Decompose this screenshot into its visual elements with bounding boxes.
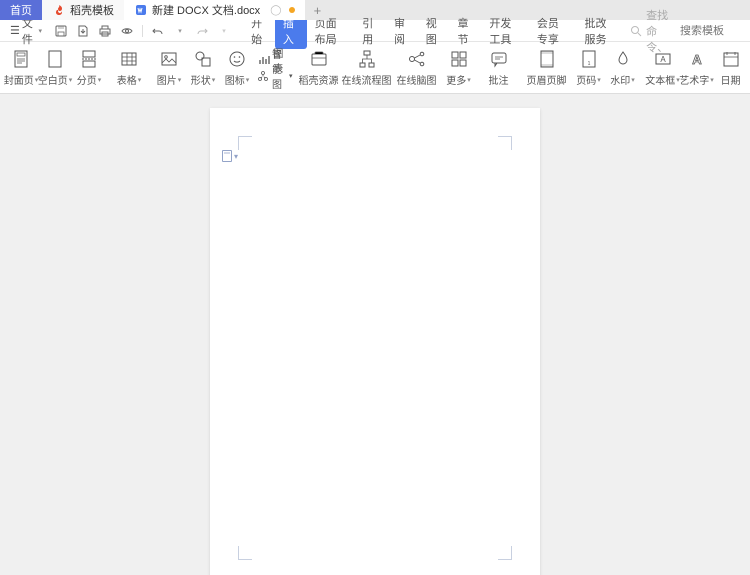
flowchart-icon (356, 48, 378, 70)
table-icon (118, 48, 140, 70)
tab-document[interactable]: 新建 DOCX 文档.docx ◯ (124, 0, 305, 20)
page-break-button[interactable]: 分页▾ (72, 44, 106, 92)
shape-label: 形状 (191, 72, 211, 87)
cover-page-button[interactable]: 封面页▾ (4, 44, 38, 92)
export-icon[interactable] (74, 22, 92, 40)
search-icon (630, 25, 642, 37)
smartart-button[interactable]: 智能图形▾ (254, 68, 296, 84)
word-icon (134, 3, 148, 17)
tab-template[interactable]: 稻壳模板 (42, 0, 124, 20)
comment-icon2 (488, 48, 510, 70)
redo-icon[interactable] (193, 22, 211, 40)
table-button[interactable]: 表格▾ (112, 44, 146, 92)
page-break-icon (78, 48, 100, 70)
shape-button[interactable]: 形状▾ (186, 44, 220, 92)
tab-new[interactable]: + (305, 0, 329, 20)
redo-dropdown[interactable]: ▾ (215, 22, 233, 40)
document-area: ▾ (0, 94, 750, 575)
date-button[interactable]: 日期 (714, 44, 748, 92)
undo-dropdown[interactable]: ▾ (171, 22, 189, 40)
more-button[interactable]: 更多▾ (442, 44, 476, 92)
textbox-label: 文本框 (645, 72, 675, 87)
comment-button[interactable]: 批注 (482, 44, 516, 92)
icons-icon (226, 48, 248, 70)
header-footer-label: 页眉页脚 (527, 72, 567, 87)
comment-icon: ◯ (270, 5, 281, 16)
ribbon: 封面页▾ 空白页▾ 分页▾ 表格▾ 图片▾ 形状▾ 图标▾ 图表 智能图形▾ 稻… (0, 42, 750, 94)
wordart-button[interactable]: A艺术字▾ (680, 44, 714, 92)
page-number-label: 页码 (576, 72, 596, 87)
cover-page-icon (10, 48, 32, 70)
unsaved-indicator (289, 7, 295, 13)
more-icon (448, 48, 470, 70)
margin-corner-tr (498, 136, 512, 150)
icons-label: 图标 (225, 72, 245, 87)
shape-icon (192, 48, 214, 70)
hamburger-icon: ☰ (10, 24, 20, 37)
tab-template-label: 稻壳模板 (70, 2, 114, 18)
textbox-icon: A (652, 48, 674, 70)
table-label: 表格 (117, 72, 137, 87)
quick-access: ▾ ▾ (48, 22, 237, 40)
mindmap-label: 在线脑图 (397, 72, 437, 87)
watermark-button[interactable]: 水印▾ (606, 44, 640, 92)
wordart-icon: A (686, 48, 708, 70)
margin-corner-tl (238, 136, 252, 150)
header-footer-button[interactable]: 页眉页脚 (522, 44, 572, 92)
cover-page-label: 封面页 (4, 72, 34, 87)
svg-text:A: A (660, 55, 666, 64)
smartart-icon (257, 69, 269, 83)
tab-document-label: 新建 DOCX 文档.docx (152, 2, 260, 18)
mindmap-icon (406, 48, 428, 70)
comment-label: 批注 (489, 72, 509, 87)
preview-icon[interactable] (118, 22, 136, 40)
icons-button[interactable]: 图标▾ (220, 44, 254, 92)
svg-text:1: 1 (587, 61, 590, 67)
date-icon (720, 48, 742, 70)
date-label: 日期 (721, 72, 741, 87)
margin-corner-br (498, 546, 512, 560)
header-footer-icon (536, 48, 558, 70)
chevron-down-icon: ▾ (39, 27, 43, 35)
fire-icon (52, 3, 66, 17)
flowchart-label: 在线流程图 (342, 72, 392, 87)
page-number-icon: 1 (578, 48, 600, 70)
blank-page-label: 空白页 (38, 72, 68, 87)
more-label: 更多 (446, 72, 466, 87)
tab-home-label: 首页 (10, 2, 32, 18)
margin-corner-bl (238, 546, 252, 560)
picture-label: 图片 (157, 72, 177, 87)
watermark-label: 水印 (610, 72, 630, 87)
undo-icon[interactable] (149, 22, 167, 40)
bookmark-marker[interactable]: ▾ (222, 150, 238, 162)
svg-text:A: A (692, 52, 702, 67)
chart-icon (257, 53, 270, 67)
blank-page-icon (44, 48, 66, 70)
mindmap-button[interactable]: 在线脑图 (392, 44, 442, 92)
flowchart-button[interactable]: 在线流程图 (342, 44, 392, 92)
resource-label: 稻壳资源 (299, 72, 339, 87)
picture-icon (158, 48, 180, 70)
menu-bar: ☰ 文件 ▾ ▾ ▾ 开始 插入 页面布局 引用 审阅 视图 章节 开发工具 会… (0, 20, 750, 42)
blank-page-button[interactable]: 空白页▾ (38, 44, 72, 92)
print-icon[interactable] (96, 22, 114, 40)
resource-icon (308, 48, 330, 70)
picture-button[interactable]: 图片▾ (152, 44, 186, 92)
smartart-label: 智能图形 (272, 46, 284, 95)
bookmark-icon (222, 150, 232, 162)
resource-button[interactable]: 稻壳资源 (302, 44, 336, 92)
chevron-down-icon: ▾ (234, 152, 238, 161)
textbox-button[interactable]: A文本框▾ (646, 44, 680, 92)
wordart-label: 艺术字 (679, 72, 709, 87)
save-icon[interactable] (52, 22, 70, 40)
search-input[interactable] (680, 25, 740, 37)
page-break-label: 分页 (77, 72, 97, 87)
tab-home[interactable]: 首页 (0, 0, 42, 20)
page[interactable]: ▾ (210, 108, 540, 575)
page-number-button[interactable]: 1页码▾ (572, 44, 606, 92)
watermark-icon (612, 48, 634, 70)
